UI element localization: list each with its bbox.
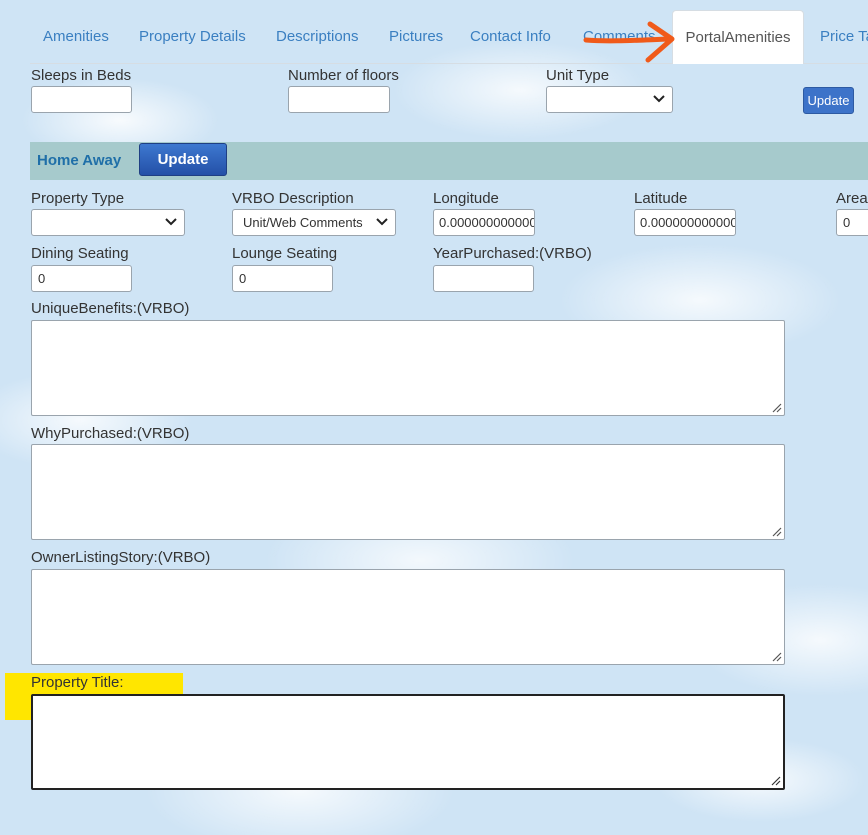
number-of-floors-label: Number of floors xyxy=(288,67,399,84)
sleeps-in-beds-input[interactable] xyxy=(31,86,132,113)
dining-seating-label: Dining Seating xyxy=(31,245,129,262)
year-purchased-input[interactable] xyxy=(433,265,534,292)
why-purchased-label: WhyPurchased:(VRBO) xyxy=(31,425,190,442)
dining-seating-input[interactable]: 0 xyxy=(31,265,132,292)
vrbo-description-label: VRBO Description xyxy=(232,190,354,207)
property-title-label: Property Title: xyxy=(31,674,124,691)
sleeps-in-beds-label: Sleeps in Beds xyxy=(31,67,132,84)
why-purchased-textarea[interactable] xyxy=(31,444,785,540)
resize-grip-icon[interactable] xyxy=(772,527,782,537)
latitude-label: Latitude xyxy=(634,190,688,207)
unit-type-label: Unit Type xyxy=(546,67,610,84)
unique-benefits-label: UniqueBenefits:(VRBO) xyxy=(31,300,190,317)
latitude-input[interactable]: 0.000000000000 xyxy=(634,209,736,236)
vrbo-description-select[interactable]: Unit/Web Comments xyxy=(232,209,396,236)
chevron-down-icon xyxy=(165,218,177,226)
tab-portal-amenities[interactable]: PortalAmenities xyxy=(672,10,804,64)
tab-property-details[interactable]: Property Details xyxy=(139,28,246,45)
tab-amenities[interactable]: Amenities xyxy=(43,28,109,45)
resize-grip-icon[interactable] xyxy=(772,403,782,413)
resize-grip-icon[interactable] xyxy=(771,776,781,786)
chevron-down-icon xyxy=(653,95,665,103)
home-away-update-button[interactable]: Update xyxy=(139,143,227,176)
resize-grip-icon[interactable] xyxy=(772,652,782,662)
chevron-down-icon xyxy=(376,218,388,226)
tab-descriptions[interactable]: Descriptions xyxy=(276,28,359,45)
area-label: Area xyxy=(836,190,868,207)
annotation-arrow-icon xyxy=(583,21,675,63)
property-title-textarea[interactable] xyxy=(31,694,785,790)
property-type-label: Property Type xyxy=(31,190,125,207)
update-button[interactable]: Update xyxy=(803,87,854,114)
unique-benefits-textarea[interactable] xyxy=(31,320,785,416)
lounge-seating-input[interactable]: 0 xyxy=(232,265,333,292)
tab-price-table[interactable]: Price Ta xyxy=(820,28,868,45)
longitude-input[interactable]: 0.000000000000 xyxy=(433,209,535,236)
area-input[interactable]: 0 xyxy=(836,209,868,236)
lounge-seating-label: Lounge Seating xyxy=(232,245,338,262)
home-away-title: Home Away xyxy=(37,152,122,169)
unit-type-select[interactable] xyxy=(546,86,673,113)
vrbo-description-value: Unit/Web Comments xyxy=(243,215,363,230)
year-purchased-label: YearPurchased:(VRBO) xyxy=(433,245,592,262)
tab-pictures[interactable]: Pictures xyxy=(389,28,443,45)
number-of-floors-input[interactable] xyxy=(288,86,390,113)
owner-listing-story-textarea[interactable] xyxy=(31,569,785,665)
owner-listing-story-label: OwnerListingStory:(VRBO) xyxy=(31,549,211,566)
longitude-label: Longitude xyxy=(433,190,499,207)
property-type-select[interactable] xyxy=(31,209,185,236)
tab-contact-info[interactable]: Contact Info xyxy=(470,28,551,45)
